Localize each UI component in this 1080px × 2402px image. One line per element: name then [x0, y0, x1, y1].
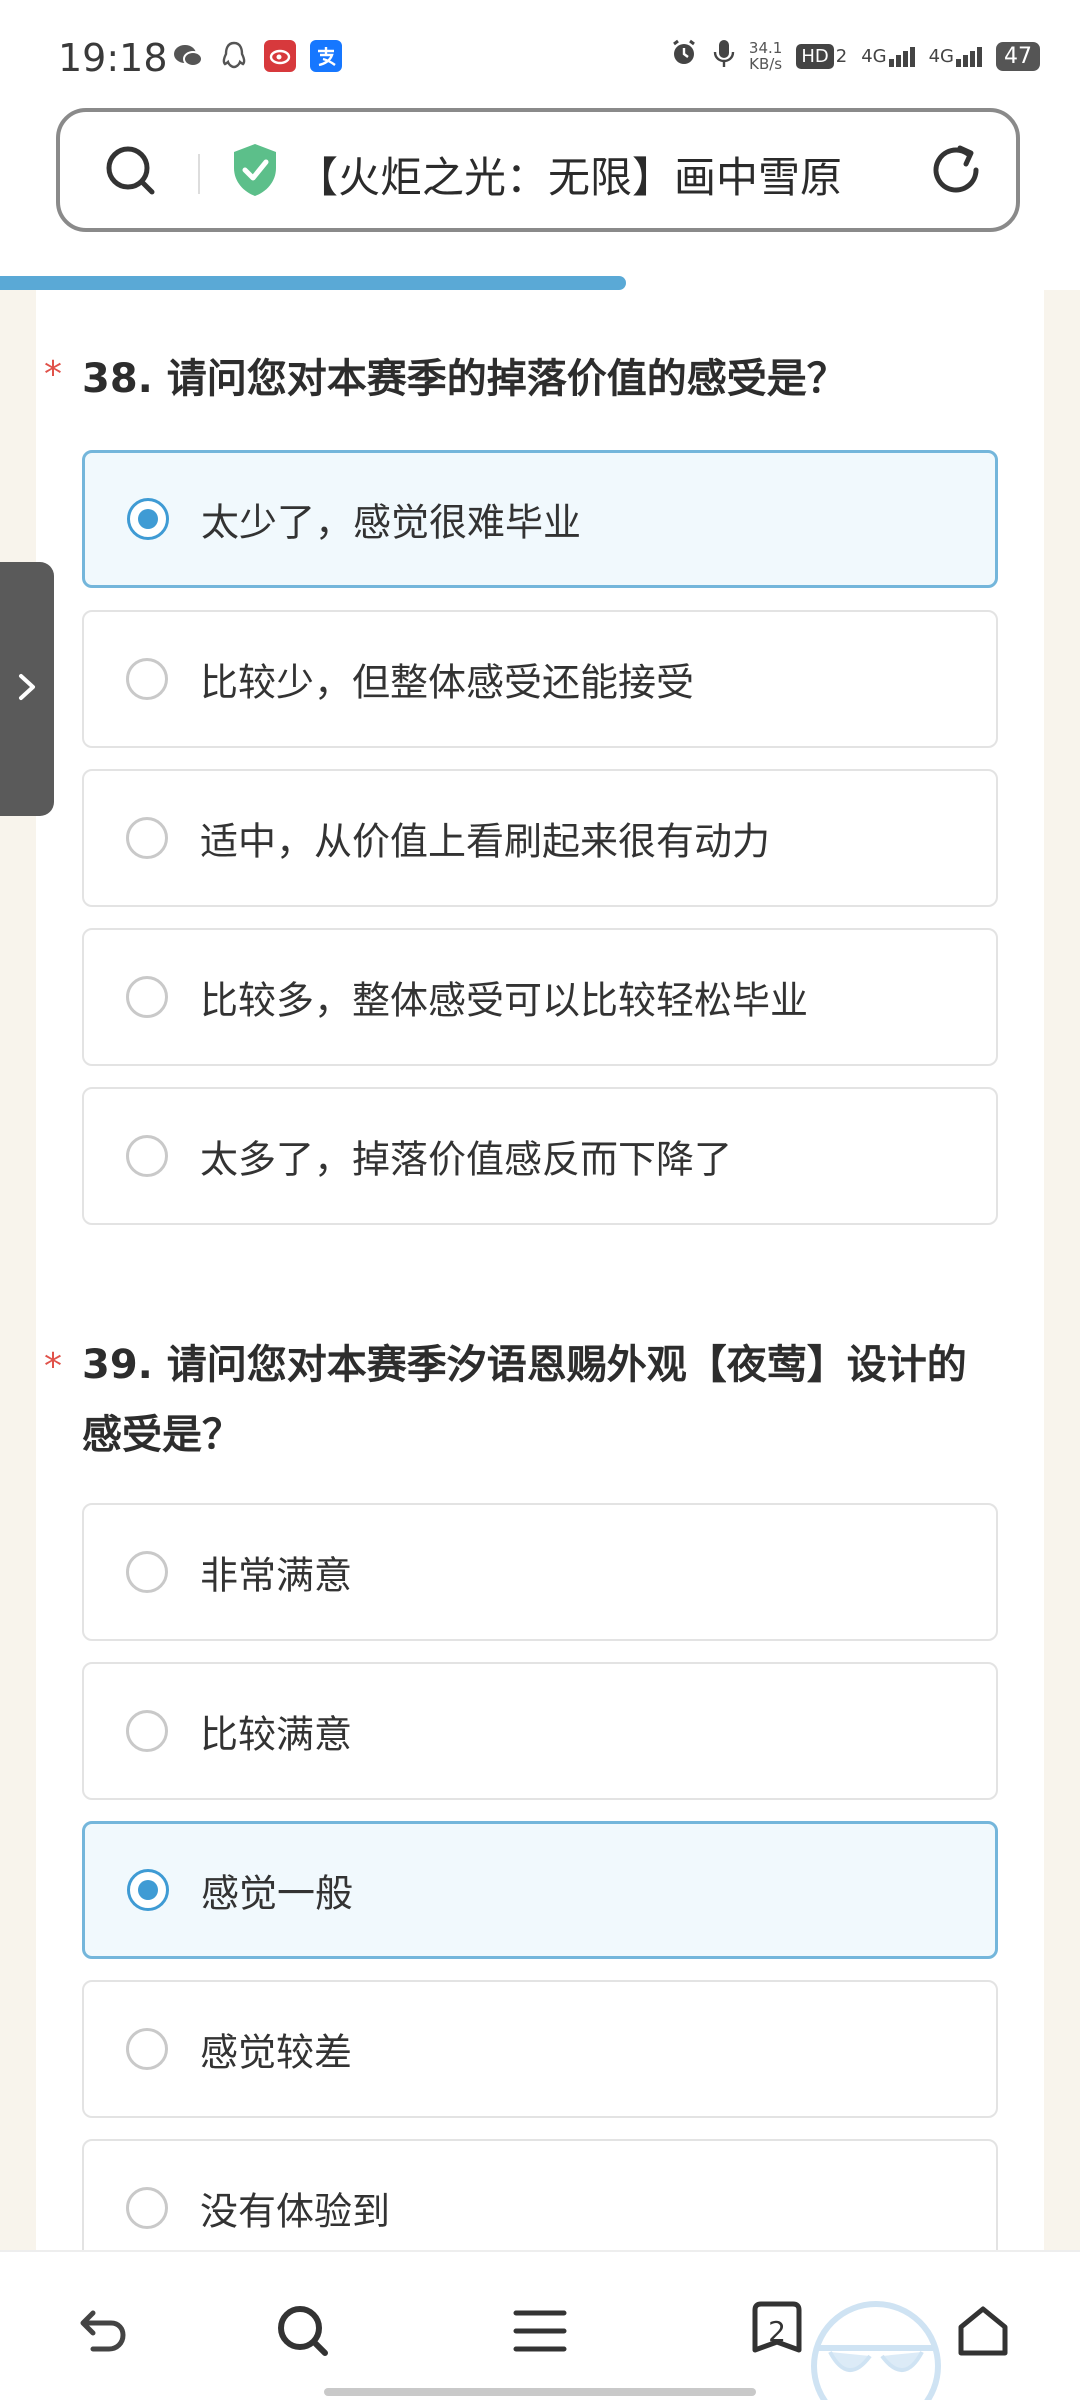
option-label: 感觉较差 — [200, 2030, 353, 2075]
network-type-2: 4G — [928, 45, 954, 67]
option-label: 适中，从价值上看刷起来很有动力 — [200, 819, 771, 864]
qq-icon — [218, 40, 250, 72]
alarm-icon — [669, 38, 699, 74]
hd-label: HD — [796, 43, 834, 69]
radio-unchecked-icon[interactable] — [126, 658, 168, 700]
search-icon[interactable] — [104, 142, 158, 204]
menu-icon[interactable] — [505, 2296, 575, 2366]
address-divider — [198, 154, 200, 194]
radio-unchecked-icon[interactable] — [126, 2187, 168, 2229]
option-label: 比较满意 — [200, 1712, 353, 1757]
status-time: 19:18 — [58, 36, 168, 80]
question-39-title-line1: 39. 请问您对本赛季汐语恩赐外观【夜莺】设计的 — [82, 1342, 967, 1388]
option-label: 太少了，感觉很难毕业 — [201, 500, 582, 545]
side-panel-toggle[interactable] — [0, 562, 54, 816]
radio-unchecked-icon[interactable] — [126, 1710, 168, 1752]
required-marker: * — [44, 1346, 62, 1387]
network-rate-unit: KB/s — [749, 55, 783, 73]
radio-unchecked-icon[interactable] — [126, 976, 168, 1018]
tabs-icon[interactable]: 2 — [742, 2296, 812, 2366]
status-bar: 19:18 34.1 KB/s HD 2 4G 4G 47 — [0, 0, 1080, 110]
alipay-icon — [310, 40, 342, 72]
network-type-1: 4G — [861, 45, 887, 67]
tab-count: 2 — [768, 2314, 786, 2348]
address-bar[interactable]: 【火炬之光：无限】画中雪原 — [56, 108, 1020, 232]
q39-option-1[interactable]: 非常满意 — [82, 1503, 998, 1641]
question-39-title-line2: 感受是？ — [82, 1412, 242, 1458]
q38-option-3[interactable]: 适中，从价值上看刷起来很有动力 — [82, 769, 998, 907]
survey-progress-fill — [0, 276, 627, 290]
radio-unchecked-icon[interactable] — [126, 2028, 168, 2070]
radio-unchecked-icon[interactable] — [126, 1551, 168, 1593]
battery-icon: 47 — [996, 41, 1040, 71]
q38-option-2[interactable]: 比较少，但整体感受还能接受 — [82, 610, 998, 748]
radio-unchecked-icon[interactable] — [126, 1135, 168, 1177]
hd-sub: 2 — [835, 45, 848, 67]
radio-checked-icon[interactable] — [127, 498, 169, 540]
option-label: 太多了，掉落价值感反而下降了 — [200, 1137, 733, 1182]
question-39-title: 39. 请问您对本赛季汐语恩赐外观【夜莺】设计的 感受是？ — [82, 1334, 1002, 1466]
q39-option-4[interactable]: 感觉较差 — [82, 1980, 998, 2118]
option-label: 感觉一般 — [201, 1871, 354, 1916]
q38-option-5[interactable]: 太多了，掉落价值感反而下降了 — [82, 1087, 998, 1225]
floating-mascot-icon[interactable] — [808, 2286, 944, 2400]
weibo-icon — [264, 40, 296, 72]
required-marker: * — [44, 354, 62, 395]
hd-badge: HD 2 — [796, 43, 848, 69]
status-app-icons — [172, 40, 342, 72]
radio-unchecked-icon[interactable] — [126, 817, 168, 859]
q39-option-2[interactable]: 比较满意 — [82, 1662, 998, 1800]
question-38-title: 38. 请问您对本赛季的掉落价值的感受是？ — [82, 356, 847, 402]
reload-icon[interactable] — [926, 140, 986, 204]
survey-progress-bar — [0, 276, 1080, 290]
signal-1-icon: 4G — [861, 45, 915, 67]
option-label: 非常满意 — [200, 1553, 353, 1598]
q39-option-3[interactable]: 感觉一般 — [82, 1821, 998, 1959]
battery-level: 47 — [1004, 43, 1032, 69]
status-indicators: 34.1 KB/s HD 2 4G 4G 47 — [669, 38, 1040, 74]
microphone-icon — [713, 38, 735, 74]
option-label: 比较少，但整体感受还能接受 — [200, 660, 695, 705]
radio-checked-icon[interactable] — [127, 1869, 169, 1911]
q38-option-4[interactable]: 比较多，整体感受可以比较轻松毕业 — [82, 928, 998, 1066]
wechat-icon — [172, 40, 204, 72]
option-label: 没有体验到 — [200, 2189, 391, 2234]
network-rate: 34.1 KB/s — [749, 40, 782, 72]
shield-icon — [230, 142, 280, 202]
search-icon[interactable] — [268, 2296, 338, 2366]
page-title[interactable]: 【火炬之光：无限】画中雪原 — [296, 144, 936, 205]
q38-option-1[interactable]: 太少了，感觉很难毕业 — [82, 450, 998, 588]
home-indicator[interactable] — [324, 2388, 756, 2396]
chevron-right-icon — [15, 670, 39, 708]
option-label: 比较多，整体感受可以比较轻松毕业 — [200, 978, 809, 1023]
signal-2-icon: 4G — [929, 46, 982, 67]
home-icon[interactable] — [948, 2296, 1018, 2366]
back-icon[interactable] — [66, 2296, 136, 2366]
